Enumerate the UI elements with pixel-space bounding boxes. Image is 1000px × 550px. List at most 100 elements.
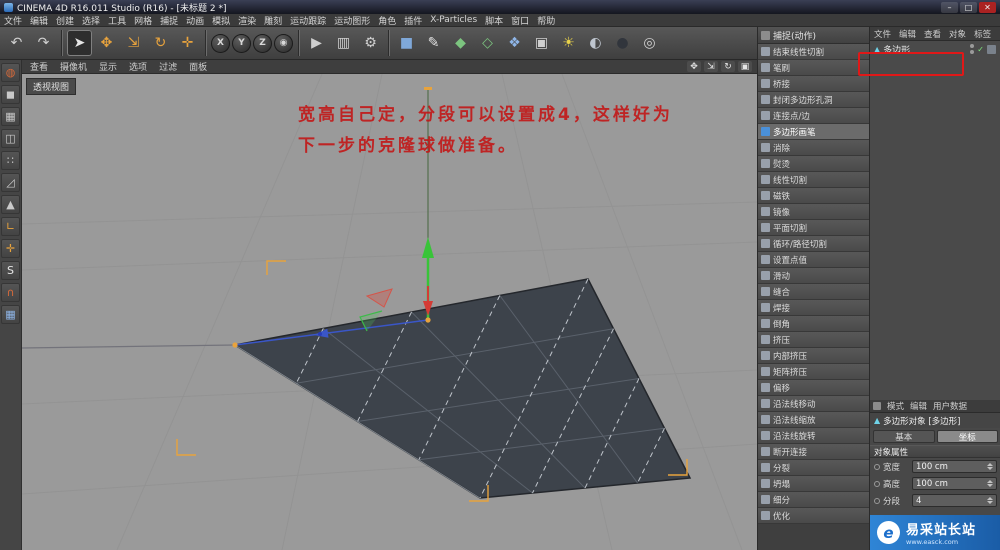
viewport-menu-item[interactable]: 过滤 — [153, 60, 183, 73]
property-value[interactable]: 100 cm — [916, 479, 948, 489]
viewport-control-rotate-view[interactable]: ↻ — [721, 61, 735, 72]
command-button[interactable]: 优化 — [758, 508, 869, 524]
mode-button-model-mode[interactable]: ◼ — [1, 85, 20, 104]
command-button[interactable]: 设置点值 — [758, 252, 869, 268]
create-button-subdivision-surface[interactable]: ◆ — [448, 30, 473, 56]
property-value[interactable]: 100 cm — [916, 462, 948, 472]
keyframe-circle[interactable] — [874, 463, 880, 470]
command-button[interactable]: 倒角 — [758, 316, 869, 332]
command-button[interactable]: 笔刷 — [758, 60, 869, 76]
command-button[interactable]: 沿法线缩放 — [758, 412, 869, 428]
selected-vertex[interactable] — [232, 342, 238, 348]
axis-lock-button-lock-x[interactable]: X — [211, 33, 230, 53]
axis-top-handle[interactable] — [424, 87, 432, 90]
object-manager-menu-item[interactable]: 标签 — [970, 28, 995, 40]
command-button[interactable]: 封闭多边形孔洞 — [758, 92, 869, 108]
command-button[interactable]: 多边形画笔 — [758, 124, 869, 140]
menu-item[interactable]: 动画 — [182, 14, 208, 27]
command-button[interactable]: 细分 — [758, 492, 869, 508]
viewport-menu-item[interactable]: 摄像机 — [54, 60, 93, 73]
create-button-environment[interactable]: ◐ — [583, 30, 608, 56]
object-manager-menu-item[interactable]: 文件 — [870, 28, 895, 40]
mode-button-magnet[interactable]: ∩ — [1, 283, 20, 302]
axis-lock-button-coordinate-system[interactable]: ◉ — [274, 33, 293, 53]
attribute-menu-item[interactable]: 编辑 — [907, 400, 930, 412]
mode-button-points-mode[interactable]: ∷ — [1, 151, 20, 170]
command-button[interactable]: 断开连接 — [758, 444, 869, 460]
menu-item[interactable]: 模拟 — [208, 14, 234, 27]
menu-item[interactable]: 创建 — [52, 14, 78, 27]
mode-button-coordinates-mode[interactable]: ✛ — [1, 239, 20, 258]
viewport-control-toggle-view[interactable]: ▣ — [738, 61, 752, 72]
object-name[interactable]: 多边形 — [883, 43, 910, 56]
keyframe-circle[interactable] — [874, 497, 880, 504]
render-button-render-settings[interactable]: ⚙ — [358, 30, 383, 56]
menu-item[interactable]: 捕捉 — [156, 14, 182, 27]
object-row[interactable]: ▲ 多边形 ✓ — [870, 41, 1000, 57]
commands-palette-header[interactable]: 捕捉(动作) — [758, 27, 869, 44]
attribute-tab[interactable]: 基本 — [873, 430, 935, 443]
object-manager-menu-item[interactable]: 查看 — [920, 28, 945, 40]
command-button[interactable]: 线性切割 — [758, 172, 869, 188]
mode-button-convert-editable[interactable]: ◍ — [1, 63, 20, 82]
axis-lock-button-lock-y[interactable]: Y — [232, 33, 251, 53]
menu-item[interactable]: X-Particles — [426, 15, 481, 25]
maximize-button[interactable]: □ — [960, 1, 977, 13]
menu-item[interactable]: 文件 — [0, 14, 26, 27]
object-manager[interactable]: ▲ 多边形 ✓ — [858, 41, 1000, 400]
object-axis-point[interactable] — [425, 317, 431, 323]
command-button[interactable]: 挤压 — [758, 332, 869, 348]
stepper-arrows[interactable] — [984, 480, 993, 487]
close-button[interactable]: ✕ — [979, 1, 996, 13]
mode-button-texture-mode[interactable]: ▦ — [1, 107, 20, 126]
viewport-control-pan-view[interactable]: ✥ — [687, 61, 701, 72]
viewport-menu-item[interactable]: 显示 — [93, 60, 123, 73]
tool-button-move[interactable]: ✥ — [94, 30, 119, 56]
mode-button-axis-mode[interactable]: ∟ — [1, 217, 20, 236]
tool-button-last-tool[interactable]: ✛ — [175, 30, 200, 56]
tool-button-live-selection[interactable]: ➤ — [67, 30, 92, 56]
visibility-dot-top[interactable] — [970, 44, 975, 48]
property-field[interactable]: 100 cm — [912, 460, 997, 473]
menu-item[interactable]: 编辑 — [26, 14, 52, 27]
render-button-render-view[interactable]: ▶ — [304, 30, 329, 56]
viewport-label[interactable]: 透视视图 — [26, 78, 77, 95]
attribute-menu-item[interactable]: 模式 — [884, 400, 907, 412]
axis-lock-button-lock-z[interactable]: Z — [253, 33, 272, 53]
attribute-tab[interactable]: 坐标 — [936, 430, 998, 443]
minimize-button[interactable]: – — [941, 1, 958, 13]
render-button-render-picture-viewer[interactable]: ▥ — [331, 30, 356, 56]
menu-item[interactable]: 运动图形 — [330, 14, 374, 27]
command-button[interactable]: 循环/路径切割 — [758, 236, 869, 252]
property-value[interactable]: 4 — [916, 496, 921, 506]
visibility-dot-bottom[interactable] — [970, 50, 975, 54]
plane-handle-red[interactable] — [365, 288, 393, 308]
keyframe-circle[interactable] — [874, 480, 880, 487]
command-button[interactable]: 分裂 — [758, 460, 869, 476]
mode-button-workplane-mode[interactable]: ◫ — [1, 129, 20, 148]
viewport-menu-item[interactable]: 查看 — [24, 60, 54, 73]
menu-item[interactable]: 渲染 — [234, 14, 260, 27]
menu-item[interactable]: 插件 — [400, 14, 426, 27]
mode-button-edges-mode[interactable]: ◿ — [1, 173, 20, 192]
menu-item[interactable]: 选择 — [78, 14, 104, 27]
property-field[interactable]: 100 cm — [912, 477, 997, 490]
stepper-arrows[interactable] — [984, 463, 993, 470]
menu-item[interactable]: 窗口 — [507, 14, 533, 27]
property-field[interactable]: 4 — [912, 494, 997, 507]
stepper-arrows[interactable] — [984, 497, 993, 504]
create-button-primitive-cube[interactable]: ■ — [394, 30, 419, 56]
mode-button-polygons-mode[interactable]: ▲ — [1, 195, 20, 214]
command-button[interactable]: 滑动 — [758, 268, 869, 284]
object-manager-menu-item[interactable]: 编辑 — [895, 28, 920, 40]
polygon-tag-icon[interactable] — [987, 44, 996, 54]
viewport-menu-item[interactable]: 面板 — [183, 60, 213, 73]
command-button[interactable]: 桥接 — [758, 76, 869, 92]
create-button-modeling[interactable]: ❖ — [502, 30, 527, 56]
object-manager-menu-item[interactable]: 对象 — [945, 28, 970, 40]
tool-button-scale[interactable]: ⇲ — [121, 30, 146, 56]
tool-button-rotate[interactable]: ↻ — [148, 30, 173, 56]
menu-item[interactable]: 脚本 — [481, 14, 507, 27]
viewport-menu-item[interactable]: 选项 — [123, 60, 153, 73]
enable-checkmark[interactable]: ✓ — [977, 45, 984, 54]
